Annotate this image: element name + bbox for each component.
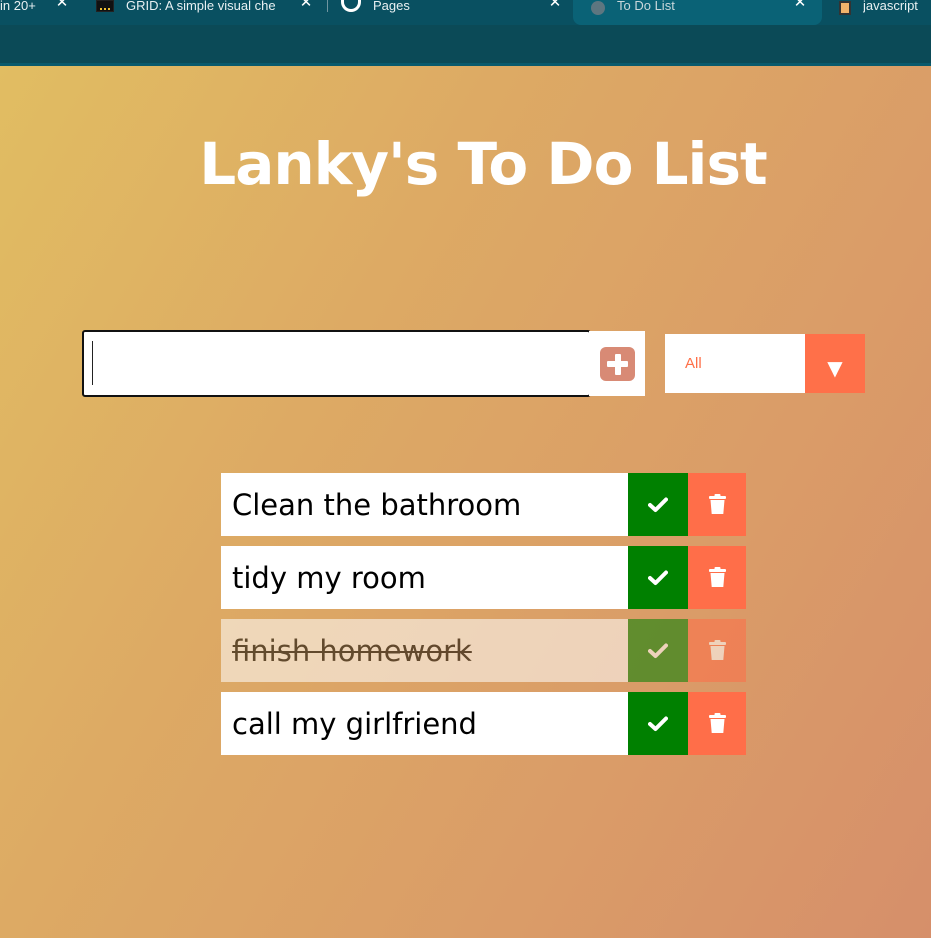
complete-button[interactable]: [628, 619, 688, 682]
delete-button[interactable]: [688, 619, 746, 682]
browser-tab-5[interactable]: javascript: [835, 0, 931, 25]
delete-button[interactable]: [688, 546, 746, 609]
todo-list: Clean the bathroom tidy my room finish h…: [221, 473, 746, 765]
check-icon: [648, 497, 668, 512]
tab-label: Pages: [373, 0, 410, 13]
tab-label: javascript: [863, 0, 918, 13]
text-caret: [92, 341, 93, 385]
trash-icon: [708, 713, 726, 733]
delete-button[interactable]: [688, 473, 746, 536]
complete-button[interactable]: [628, 692, 688, 755]
app-page: Lanky's To Do List All ▼ Clean the bathr…: [0, 66, 931, 938]
filter-selected-value: All: [685, 355, 702, 372]
document-favicon-icon: [839, 0, 851, 15]
todo-item: tidy my room: [221, 546, 746, 609]
close-icon[interactable]: ✕: [52, 0, 72, 11]
trash-icon: [708, 640, 726, 660]
todo-item-completed: finish homework: [221, 619, 746, 682]
add-todo-button[interactable]: [589, 331, 645, 396]
grid-favicon-icon: [96, 0, 114, 12]
check-icon: [648, 716, 668, 731]
browser-tab-3[interactable]: Pages ✕: [341, 0, 573, 25]
page-title: Lanky's To Do List: [199, 130, 767, 198]
close-icon[interactable]: ✕: [545, 0, 565, 11]
close-icon[interactable]: ✕: [296, 0, 316, 11]
github-favicon-icon: [341, 0, 361, 12]
check-icon: [648, 643, 668, 658]
caret-down-icon[interactable]: ▼: [805, 334, 865, 393]
browser-tab-bar: in 20+ ✕ GRID: A simple visual che ✕ Pag…: [0, 0, 931, 25]
delete-button[interactable]: [688, 692, 746, 755]
plus-square-icon: [599, 346, 635, 381]
todo-item: call my girlfriend: [221, 692, 746, 755]
todo-item: Clean the bathroom: [221, 473, 746, 536]
filter-select[interactable]: All ▼: [665, 334, 865, 393]
trash-icon: [708, 567, 726, 587]
todo-text: tidy my room: [232, 560, 426, 595]
check-icon: [648, 570, 668, 585]
todo-text: Clean the bathroom: [232, 487, 522, 522]
tab-label: GRID: A simple visual che: [126, 0, 276, 13]
page-favicon-icon: [591, 0, 605, 15]
close-icon[interactable]: ✕: [790, 0, 810, 11]
browser-tab-2[interactable]: GRID: A simple visual che ✕: [96, 0, 327, 25]
complete-button[interactable]: [628, 473, 688, 536]
complete-button[interactable]: [628, 546, 688, 609]
browser-tab-1[interactable]: in 20+ ✕: [0, 0, 82, 25]
todo-text: finish homework: [232, 633, 472, 668]
tab-separator: [327, 0, 328, 12]
todo-input[interactable]: [82, 330, 591, 397]
trash-icon: [708, 494, 726, 514]
browser-tab-4-active[interactable]: To Do List ✕: [573, 0, 822, 25]
browser-toolbar: [0, 25, 931, 66]
todo-text: call my girlfriend: [232, 706, 477, 741]
